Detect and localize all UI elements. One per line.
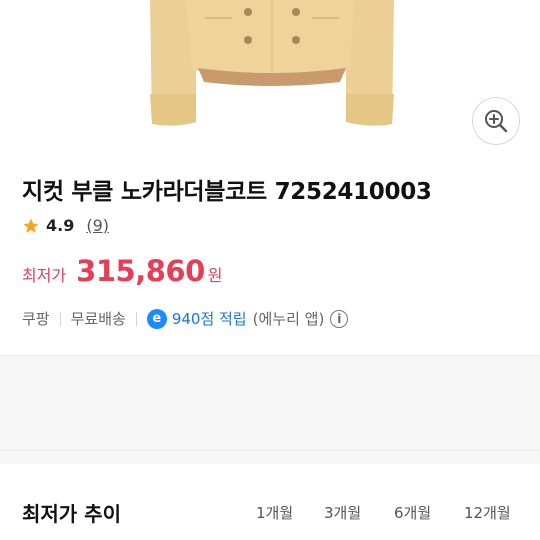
review-count-link[interactable]: (9): [86, 216, 109, 235]
zoom-button[interactable]: [472, 97, 520, 145]
enuri-logo-icon: e: [146, 308, 167, 329]
divider: [59, 311, 61, 326]
price-trend-title: 최저가 추이: [22, 502, 121, 526]
info-icon[interactable]: i: [330, 309, 349, 328]
price-row: 최저가 315,860 원: [22, 254, 223, 288]
tab-3-months[interactable]: 3개월: [324, 502, 361, 523]
divider: [135, 311, 137, 326]
zoom-in-icon: [485, 110, 508, 133]
tab-6-months[interactable]: 6개월: [394, 502, 431, 523]
reward-points: 940점 적립: [171, 310, 247, 328]
price-label: 최저가: [22, 266, 67, 285]
section-spacer: [0, 356, 540, 464]
product-image[interactable]: [0, 0, 540, 160]
rating-row: 4.9 (9): [22, 216, 109, 235]
jacket-image: [150, 0, 394, 126]
price-currency: 원: [207, 266, 223, 285]
star-icon: [23, 218, 39, 233]
price-trend-section: 최저가 추이 1개월 3개월 6개월 12개월: [0, 464, 540, 540]
shipping-label: 무료배송: [70, 310, 126, 328]
product-title: 지컷 부클 노카라더블코트 7252410003: [22, 179, 432, 205]
seller-name[interactable]: 쿠팡: [22, 308, 50, 329]
seller-info-row: 쿠팡 무료배송 e 940점 적립 (에누리 앱) i: [22, 308, 349, 329]
spacer-line: [0, 450, 540, 451]
price-amount: 315,860: [76, 254, 205, 288]
reward-note: (에누리 앱): [252, 310, 325, 328]
tab-1-month[interactable]: 1개월: [256, 502, 293, 523]
rating-score: 4.9: [46, 216, 75, 235]
tab-12-months[interactable]: 12개월: [464, 502, 511, 523]
